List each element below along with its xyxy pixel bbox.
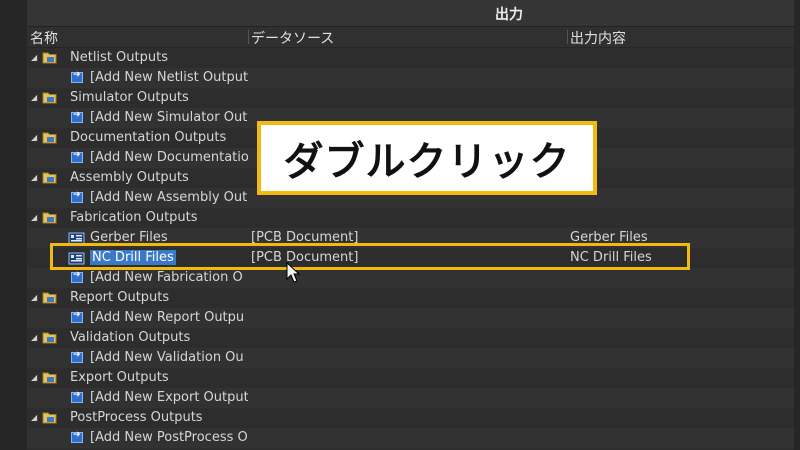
add-output-icon [71, 350, 83, 363]
panel-title: 出力 [495, 7, 523, 23]
folder-icon [42, 372, 57, 384]
expand-arrow-icon[interactable]: ◢ [31, 293, 37, 302]
tree-item-row[interactable]: [Add New PostProcess O [27, 428, 794, 448]
callout-text: ダブルクリック [283, 139, 571, 185]
output-name: [Add New PostProcess O [90, 430, 248, 445]
output-name: Assembly Outputs [70, 170, 189, 185]
add-output-icon [71, 70, 83, 83]
expand-arrow-icon[interactable]: ◢ [31, 173, 37, 182]
output-name: Simulator Outputs [70, 90, 189, 105]
output-name: [Add New Fabrication O [90, 270, 243, 285]
folder-icon [42, 412, 57, 424]
tree-item-row[interactable]: [Add New Report Outpu [27, 308, 794, 328]
output-name: [Add New Simulator Out [90, 110, 248, 125]
output-name: PostProcess Outputs [70, 410, 203, 425]
tree-group-row[interactable]: ◢ Report Outputs [27, 288, 794, 308]
output-name: [Add New Netlist Output [90, 70, 248, 85]
folder-icon [42, 52, 57, 64]
output-name: Export Outputs [70, 370, 169, 385]
output-name: [Add New Export Output [90, 390, 248, 405]
add-output-icon [71, 430, 83, 443]
tree-group-row[interactable]: ◢ Simulator Outputs [27, 88, 794, 108]
panel-title-bar: 出力 [27, 0, 794, 27]
tree-group-row[interactable]: ◢ Validation Outputs [27, 328, 794, 348]
output-name: Validation Outputs [70, 330, 191, 345]
tree-group-row[interactable]: ◢ Export Outputs [27, 368, 794, 388]
column-header-content[interactable]: 出力内容 [570, 28, 626, 48]
outputs-panel: 出力 名称 データソース 出力内容 ◢ Netlist Outputs [Add N… [27, 0, 794, 450]
tree-group-row[interactable]: ◢ Fabrication Outputs [27, 208, 794, 228]
highlight-box [50, 243, 690, 270]
expand-arrow-icon[interactable]: ◢ [31, 53, 37, 62]
expand-arrow-icon[interactable]: ◢ [31, 213, 37, 222]
column-header-row: 名称 データソース 出力内容 [27, 27, 794, 48]
add-output-icon [71, 270, 83, 283]
folder-icon [42, 332, 57, 344]
output-name: [Add New Report Outpu [90, 310, 245, 325]
expand-arrow-icon[interactable]: ◢ [31, 133, 37, 142]
left-panel-strip [0, 0, 28, 450]
right-panel-strip [794, 0, 800, 450]
column-divider[interactable] [248, 30, 249, 44]
folder-icon [42, 92, 57, 104]
expand-arrow-icon[interactable]: ◢ [31, 413, 37, 422]
mouse-pointer-icon [286, 262, 301, 283]
output-name: Fabrication Outputs [70, 210, 198, 225]
add-output-icon [71, 310, 83, 323]
output-name: Netlist Outputs [70, 50, 168, 65]
tree-item-row[interactable]: [Add New Export Output [27, 388, 794, 408]
tree-item-row[interactable]: [Add New Fabrication O [27, 268, 794, 288]
tree-group-row[interactable]: ◢ Netlist Outputs [27, 48, 794, 68]
expand-arrow-icon[interactable]: ◢ [31, 333, 37, 342]
column-header-name[interactable]: 名称 [30, 28, 58, 48]
tree-item-row[interactable]: [Add New Netlist Output [27, 68, 794, 88]
folder-icon [42, 212, 57, 224]
folder-icon [42, 132, 57, 144]
folder-icon [42, 292, 57, 304]
callout-label: ダブルクリック [257, 121, 597, 195]
add-output-icon [71, 110, 83, 123]
expand-arrow-icon[interactable]: ◢ [31, 93, 37, 102]
column-header-source[interactable]: データソース [251, 28, 334, 48]
column-divider[interactable] [567, 30, 568, 44]
output-name: [Add New Validation Ou [90, 350, 244, 365]
output-name: [Add New Assembly Outp [90, 190, 248, 205]
expand-arrow-icon[interactable]: ◢ [31, 373, 37, 382]
tree-item-row[interactable]: [Add New Validation Ou [27, 348, 794, 368]
folder-icon [42, 172, 57, 184]
add-output-icon [71, 150, 83, 163]
output-name: Documentation Outputs [70, 130, 227, 145]
output-name: Report Outputs [70, 290, 170, 305]
tree-group-row[interactable]: ◢ PostProcess Outputs [27, 408, 794, 428]
output-name: [Add New Documentatio [90, 150, 248, 165]
add-output-icon [71, 190, 83, 203]
add-output-icon [71, 390, 83, 403]
